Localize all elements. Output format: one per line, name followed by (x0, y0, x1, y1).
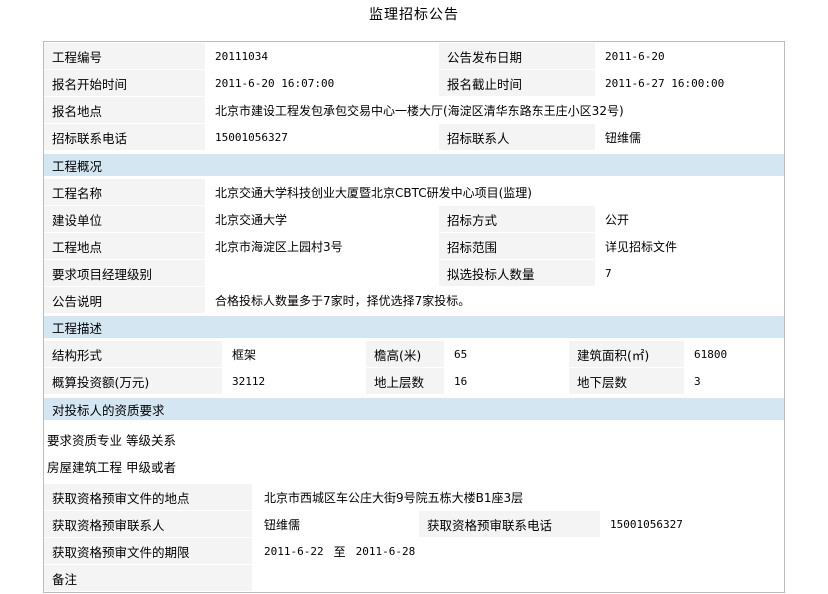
below-floors-label: 地下层数 (569, 368, 686, 394)
reg-end-value: 2011-6-27 16:00:00 (597, 70, 784, 96)
prequal-place-value: 北京市西城区车公庄大街9号院五栋大楼B1座3层 (254, 484, 784, 510)
height-value: 65 (446, 341, 569, 367)
above-floors-label: 地上层数 (366, 368, 446, 394)
bidders-value: 7 (597, 260, 784, 286)
prequal-contact-value: 钮维儒 (254, 511, 419, 537)
phone-label: 招标联系电话 (44, 124, 207, 150)
project-name-value: 北京交通大学科技创业大厦暨北京CBTC研发中心项目(监理) (207, 179, 784, 205)
project-no-value: 20111034 (207, 43, 439, 69)
row-budget: 概算投资额(万元) 32112 地上层数 16 地下层数 3 (44, 368, 784, 394)
reg-end-label: 报名截止时间 (439, 70, 597, 96)
bidders-label: 拟选投标人数量 (439, 260, 597, 286)
row-pm-level: 要求项目经理级别 拟选投标人数量 7 (44, 260, 784, 286)
builder-value: 北京交通大学 (207, 206, 439, 232)
remark-value (254, 565, 784, 591)
row-prequal-contact: 获取资格预审联系人 钮维儒 获取资格预审联系电话 15001056327 (44, 511, 784, 537)
contact-value: 钮维儒 (597, 124, 784, 150)
row-location: 工程地点 北京市海淀区上园村3号 招标范围 详见招标文件 (44, 233, 784, 259)
prequal-contact-label: 获取资格预审联系人 (44, 511, 254, 537)
location-value: 北京市海淀区上园村3号 (207, 233, 439, 259)
area-label: 建筑面积(㎡) (569, 341, 686, 367)
contact-label: 招标联系人 (439, 124, 597, 150)
period-start: 2011-6-22 (264, 544, 324, 558)
reg-place-value: 北京市建设工程发包承包交易中心一楼大厅(海淀区清华东路东王庄小区32号) (207, 97, 784, 123)
publish-date-label: 公告发布日期 (439, 43, 597, 69)
reg-place-label: 报名地点 (44, 97, 207, 123)
prequal-period-label: 获取资格预审文件的期限 (44, 538, 254, 564)
row-prequal-place: 获取资格预审文件的地点 北京市西城区车公庄大街9号院五栋大楼B1座3层 (44, 484, 784, 510)
section-overview-header: 工程概况 (44, 154, 784, 176)
prequal-phone-label: 获取资格预审联系电话 (419, 511, 602, 537)
structure-value: 框架 (224, 341, 366, 367)
qualification-line-1: 要求资质专业 等级关系 (47, 433, 176, 448)
qualification-line-2: 房屋建筑工程 甲级或者 (47, 460, 176, 475)
remark-label: 备注 (44, 565, 254, 591)
height-label: 檐高(米) (366, 341, 446, 367)
section-description-header: 工程描述 (44, 316, 784, 338)
reg-start-label: 报名开始时间 (44, 70, 207, 96)
prequal-place-label: 获取资格预审文件的地点 (44, 484, 254, 510)
row-builder: 建设单位 北京交通大学 招标方式 公开 (44, 206, 784, 232)
scope-value: 详见招标文件 (597, 233, 784, 259)
phone-value: 15001056327 (207, 124, 439, 150)
location-label: 工程地点 (44, 233, 207, 259)
pm-level-label: 要求项目经理级别 (44, 260, 207, 286)
row-remark: 备注 (44, 565, 784, 591)
row-contact: 招标联系电话 15001056327 招标联系人 钮维儒 (44, 124, 784, 150)
reg-start-value: 2011-6-20 16:07:00 (207, 70, 439, 96)
method-label: 招标方式 (439, 206, 597, 232)
row-project-no: 工程编号 20111034 公告发布日期 2011-6-20 (44, 43, 784, 69)
row-note: 公告说明 合格投标人数量多于7家时，择优选择7家投标。 (44, 287, 784, 313)
below-floors-value: 3 (686, 368, 784, 394)
page-title: 监理招标公告 (369, 7, 459, 23)
method-value: 公开 (597, 206, 784, 232)
scope-label: 招标范围 (439, 233, 597, 259)
structure-label: 结构形式 (44, 341, 224, 367)
period-to: 至 (333, 544, 346, 559)
row-registration-place: 报名地点 北京市建设工程发包承包交易中心一楼大厅(海淀区清华东路东王庄小区32号… (44, 97, 784, 123)
row-prequal-period: 获取资格预审文件的期限 2011-6-22 至 2011-6-28 (44, 538, 784, 564)
budget-value: 32112 (224, 368, 366, 394)
builder-label: 建设单位 (44, 206, 207, 232)
announcement-table: 工程编号 20111034 公告发布日期 2011-6-20 报名开始时间 20… (43, 41, 785, 593)
row-project-name: 工程名称 北京交通大学科技创业大厦暨北京CBTC研发中心项目(监理) (44, 179, 784, 205)
note-label: 公告说明 (44, 287, 207, 313)
row-structure: 结构形式 框架 檐高(米) 65 建筑面积(㎡) 61800 (44, 341, 784, 367)
period-end: 2011-6-28 (355, 544, 416, 558)
note-value: 合格投标人数量多于7家时，择优选择7家投标。 (207, 287, 784, 313)
project-no-label: 工程编号 (44, 43, 207, 69)
section-qualification-header: 对投标人的资质要求 (44, 398, 784, 420)
prequal-period-value: 2011-6-22 至 2011-6-28 (254, 538, 784, 564)
area-value: 61800 (686, 341, 784, 367)
prequal-phone-value: 15001056327 (602, 511, 784, 537)
pm-level-value (207, 260, 439, 286)
row-registration-time: 报名开始时间 2011-6-20 16:07:00 报名截止时间 2011-6-… (44, 70, 784, 96)
project-name-label: 工程名称 (44, 179, 207, 205)
publish-date-value: 2011-6-20 (597, 43, 784, 69)
budget-label: 概算投资额(万元) (44, 368, 224, 394)
above-floors-value: 16 (446, 368, 569, 394)
